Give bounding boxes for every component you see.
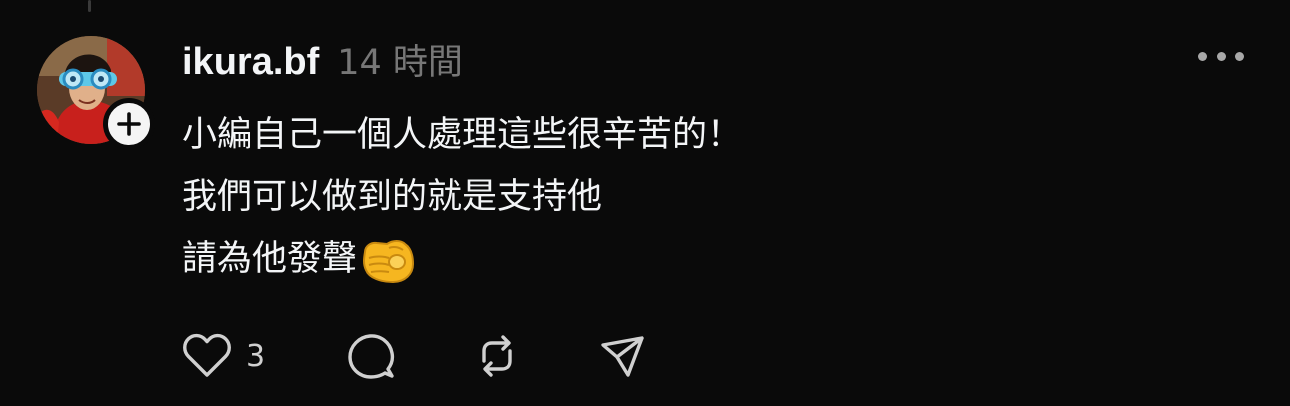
post-header: ikura.bf 14 時間 [182, 34, 463, 84]
post-actions: 3 [182, 328, 648, 384]
timestamp: 14 時間 [337, 43, 463, 83]
heart-icon [183, 333, 231, 377]
reply-button[interactable] [346, 331, 472, 381]
share-button[interactable] [598, 331, 648, 381]
more-dot [1216, 51, 1226, 61]
username[interactable]: ikura.bf [182, 41, 319, 84]
post-text-line: 請為他發聲 [182, 239, 358, 279]
post-text-line-with-emoji: 請為他發聲 [182, 228, 742, 290]
thread-connector-line [88, 0, 91, 12]
send-icon [601, 336, 644, 377]
post-text-line: 小編自己一個人處理這些很辛苦的！ [182, 115, 743, 155]
post-text-line: 我們可以做到的就是支持他 [182, 177, 603, 217]
more-horizontal-icon [1198, 51, 1207, 61]
like-count: 3 [246, 338, 266, 374]
repost-button[interactable] [472, 331, 598, 381]
post-text: 小編自己一個人處理這些很辛苦的！ 我們可以做到的就是支持他 請為他發聲 [182, 104, 742, 290]
more-dot [1235, 51, 1244, 61]
comment-icon [348, 334, 395, 379]
plus-icon [117, 112, 141, 136]
like-button[interactable]: 3 [182, 333, 346, 379]
follow-button[interactable] [103, 98, 155, 150]
repost-icon [482, 335, 512, 377]
backhand-index-pointing-at-viewer-emoji [363, 240, 415, 284]
more-options-button[interactable] [1198, 44, 1244, 68]
